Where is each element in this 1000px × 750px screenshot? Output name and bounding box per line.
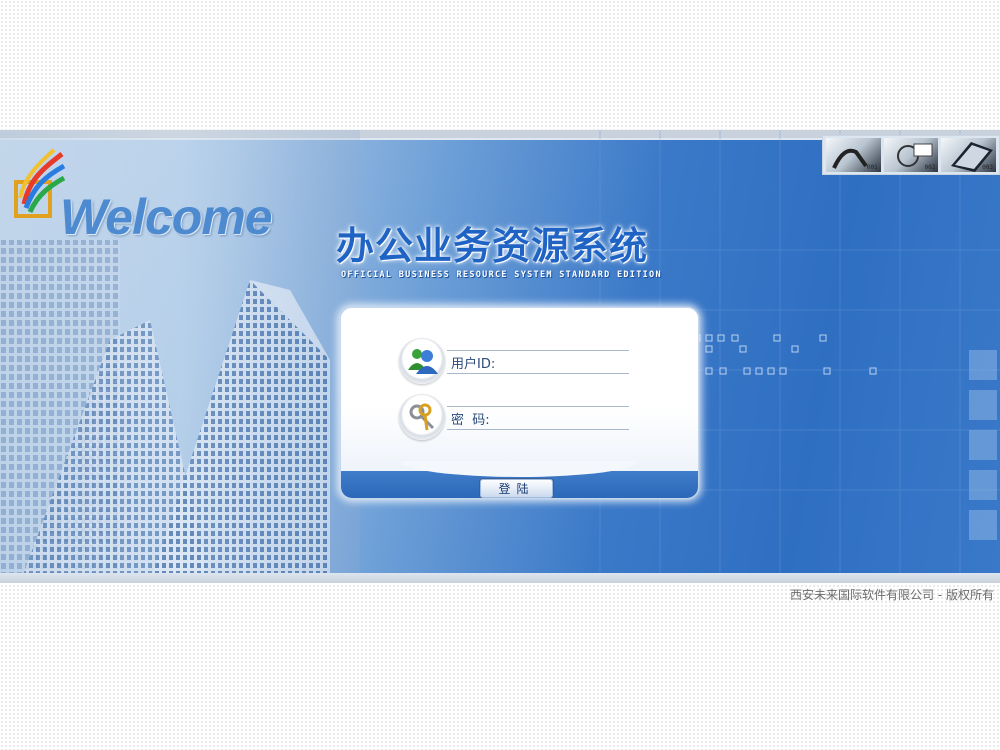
keys-icon [399,394,445,440]
thumbnail-handshake: 001 [826,138,881,172]
thumbnail-label: 001 [866,164,878,171]
thumbnail-calculator: 002 [883,138,939,172]
banner-bottom-border [0,573,1000,583]
user-id-label: 用户ID: [451,357,496,372]
copyright-text: 西安未来国际软件有限公司 - 版权所有 [790,588,994,602]
password-label: 密 码: [451,413,490,428]
user-id-row: 用户ID: [399,338,631,386]
users-icon [399,338,445,384]
thumbnail-label: 002 [924,164,936,171]
app-subtitle: OFFICIAL BUSINESS RESOURCE SYSTEM STANDA… [341,270,662,280]
header-thumbnails: 001 002 003 [822,135,1000,175]
company-logo-icon [14,148,66,218]
login-form-body [341,308,698,473]
password-row: 密 码: [399,394,631,442]
thumbnail-laptop: 003 [941,138,997,172]
login-button[interactable]: 登陆 [479,478,554,498]
welcome-heading: Welcome [60,189,273,245]
thumbnail-label: 003 [982,164,994,171]
app-title: 办公业务资源系统 [336,224,649,268]
login-form: 用户ID: 密 码: 登陆 [340,307,699,499]
